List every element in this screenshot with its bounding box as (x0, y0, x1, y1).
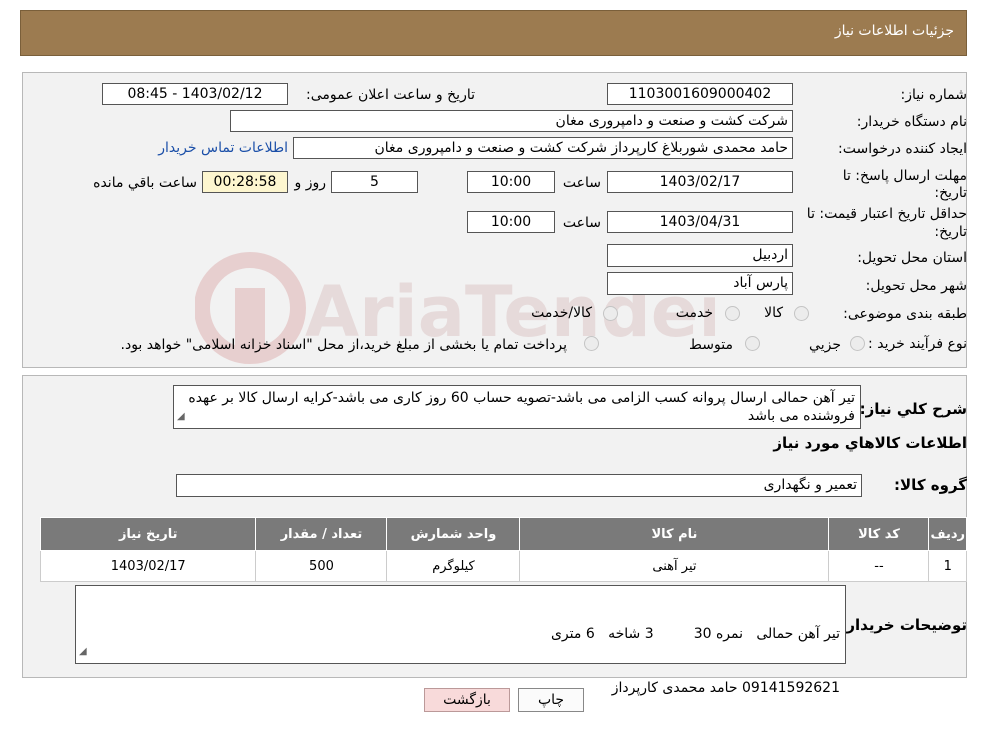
buyer-notes-textarea[interactable]: تیر آهن حمالی نمره 30 3 شاخه 6 متری 0914… (75, 585, 846, 696)
remaining-time-field: 00:28:58 (202, 171, 288, 193)
remaining-time-label: ساعت باقي مانده (93, 175, 197, 191)
category-option-service: خدمت (675, 305, 713, 321)
buyer-contact-link[interactable]: اطلاعات تماس خریدار (158, 140, 288, 156)
deadline-time-field: 10:00 (467, 171, 555, 193)
buyer-notes-label: توضیحات خریدار: (840, 616, 967, 634)
category-radio-goods[interactable] (794, 306, 809, 321)
city-label: شهر محل تحویل: (865, 278, 967, 294)
buyer-org-field: شرکت کشت و صنعت و دامپروری مغان (230, 110, 793, 132)
cell-unit: کیلوگرم (386, 550, 521, 582)
cell-name: تیر آهنی (519, 550, 830, 582)
category-radio-goods-service[interactable] (603, 306, 618, 321)
process-radio-small[interactable] (850, 336, 865, 351)
resize-grip-icon[interactable]: ◢ (79, 643, 87, 661)
validity-label: حداقل تاریخ اعتبار قیمت: تا (806, 206, 967, 222)
process-option-small: جزیي (809, 337, 841, 353)
category-option-goods: کالا (764, 305, 783, 321)
col-unit: واحد شمارش (386, 517, 521, 551)
process-label: نوع فرآیند خرید : (868, 336, 967, 352)
process-radio-treasury[interactable] (584, 336, 599, 351)
cell-date: 1403/02/17 (39, 550, 257, 582)
days-label: روز و (294, 175, 327, 191)
buyer-org-label: نام دستگاه خریدار: (856, 114, 967, 130)
table-row: 1 -- تیر آهنی کیلوگرم 500 1403/02/17 (39, 550, 967, 582)
col-code: کد کالا (828, 517, 930, 551)
page-header: جزئیات اطلاعات نیاز (20, 10, 967, 56)
deadline-label: مهلت ارسال پاسخ: تا (842, 168, 967, 184)
goods-table-header-row: رديف کد کالا نام کالا واحد شمارش تعداد /… (39, 517, 967, 551)
back-button[interactable]: بازگشت (424, 688, 510, 712)
validity-time-label: ساعت (562, 215, 601, 231)
category-radio-service[interactable] (725, 306, 740, 321)
cell-row: 1 (928, 550, 967, 582)
resize-grip-icon[interactable]: ◢ (177, 408, 185, 426)
col-row: رديف (928, 517, 967, 551)
col-date: تاریخ نیاز (39, 517, 257, 551)
description-textarea[interactable]: تیر آهن حمالی ارسال پروانه کسب الزامی می… (173, 385, 861, 429)
goods-section-title: اطلاعات کالاهاي مورد نياز (773, 434, 967, 452)
validity-time-field: 10:00 (467, 211, 555, 233)
province-label: استان محل تحویل: (857, 250, 967, 266)
category-label: طبقه بندی موضوعی: (843, 306, 967, 322)
process-note: پرداخت تمام یا بخشی از مبلغ خرید،از محل … (120, 337, 567, 353)
validity-date-field: 1403/04/31 (607, 211, 793, 233)
deadline-label-date: تاریخ: (934, 185, 967, 201)
announce-label: تاریخ و ساعت اعلان عمومی: (306, 87, 475, 103)
validity-label-date: تاریخ: (934, 224, 967, 240)
province-field: اردبیل (607, 244, 793, 267)
creator-label: ایجاد کننده درخواست: (838, 141, 967, 157)
goods-group-field: تعمیر و نگهداری (176, 474, 862, 497)
process-radio-medium[interactable] (745, 336, 760, 351)
need-number-label: شماره نیاز: (900, 87, 968, 103)
goods-group-label: گروه کالا: (894, 476, 967, 494)
description-label: شرح کلي نياز: (859, 400, 967, 418)
city-field: پارس آباد (607, 272, 793, 295)
deadline-time-label: ساعت (562, 175, 601, 191)
col-name: نام کالا (519, 517, 830, 551)
buyer-notes-line-1: تیر آهن حمالی نمره 30 3 شاخه 6 متری (550, 626, 840, 642)
goods-table: رديف کد کالا نام کالا واحد شمارش تعداد /… (39, 517, 967, 582)
cell-code: -- (828, 550, 930, 582)
print-button[interactable]: چاپ (518, 688, 584, 712)
col-quantity: تعداد / مقدار (255, 517, 388, 551)
description-text: تیر آهن حمالی ارسال پروانه کسب الزامی می… (188, 390, 855, 424)
page-title: جزئیات اطلاعات نیاز (834, 23, 954, 39)
cell-quantity: 500 (255, 550, 388, 582)
days-field: 5 (331, 171, 418, 193)
deadline-date-field: 1403/02/17 (607, 171, 793, 193)
need-number-field: 1103001609000402 (607, 83, 793, 105)
category-option-goods-service: کالا/خدمت (531, 305, 592, 321)
announce-field: 1403/02/12 - 08:45 (102, 83, 288, 105)
creator-field: حامد محمدی شوربلاغ کارپرداز شرکت کشت و ص… (293, 137, 793, 159)
process-option-medium: متوسط (689, 337, 733, 353)
